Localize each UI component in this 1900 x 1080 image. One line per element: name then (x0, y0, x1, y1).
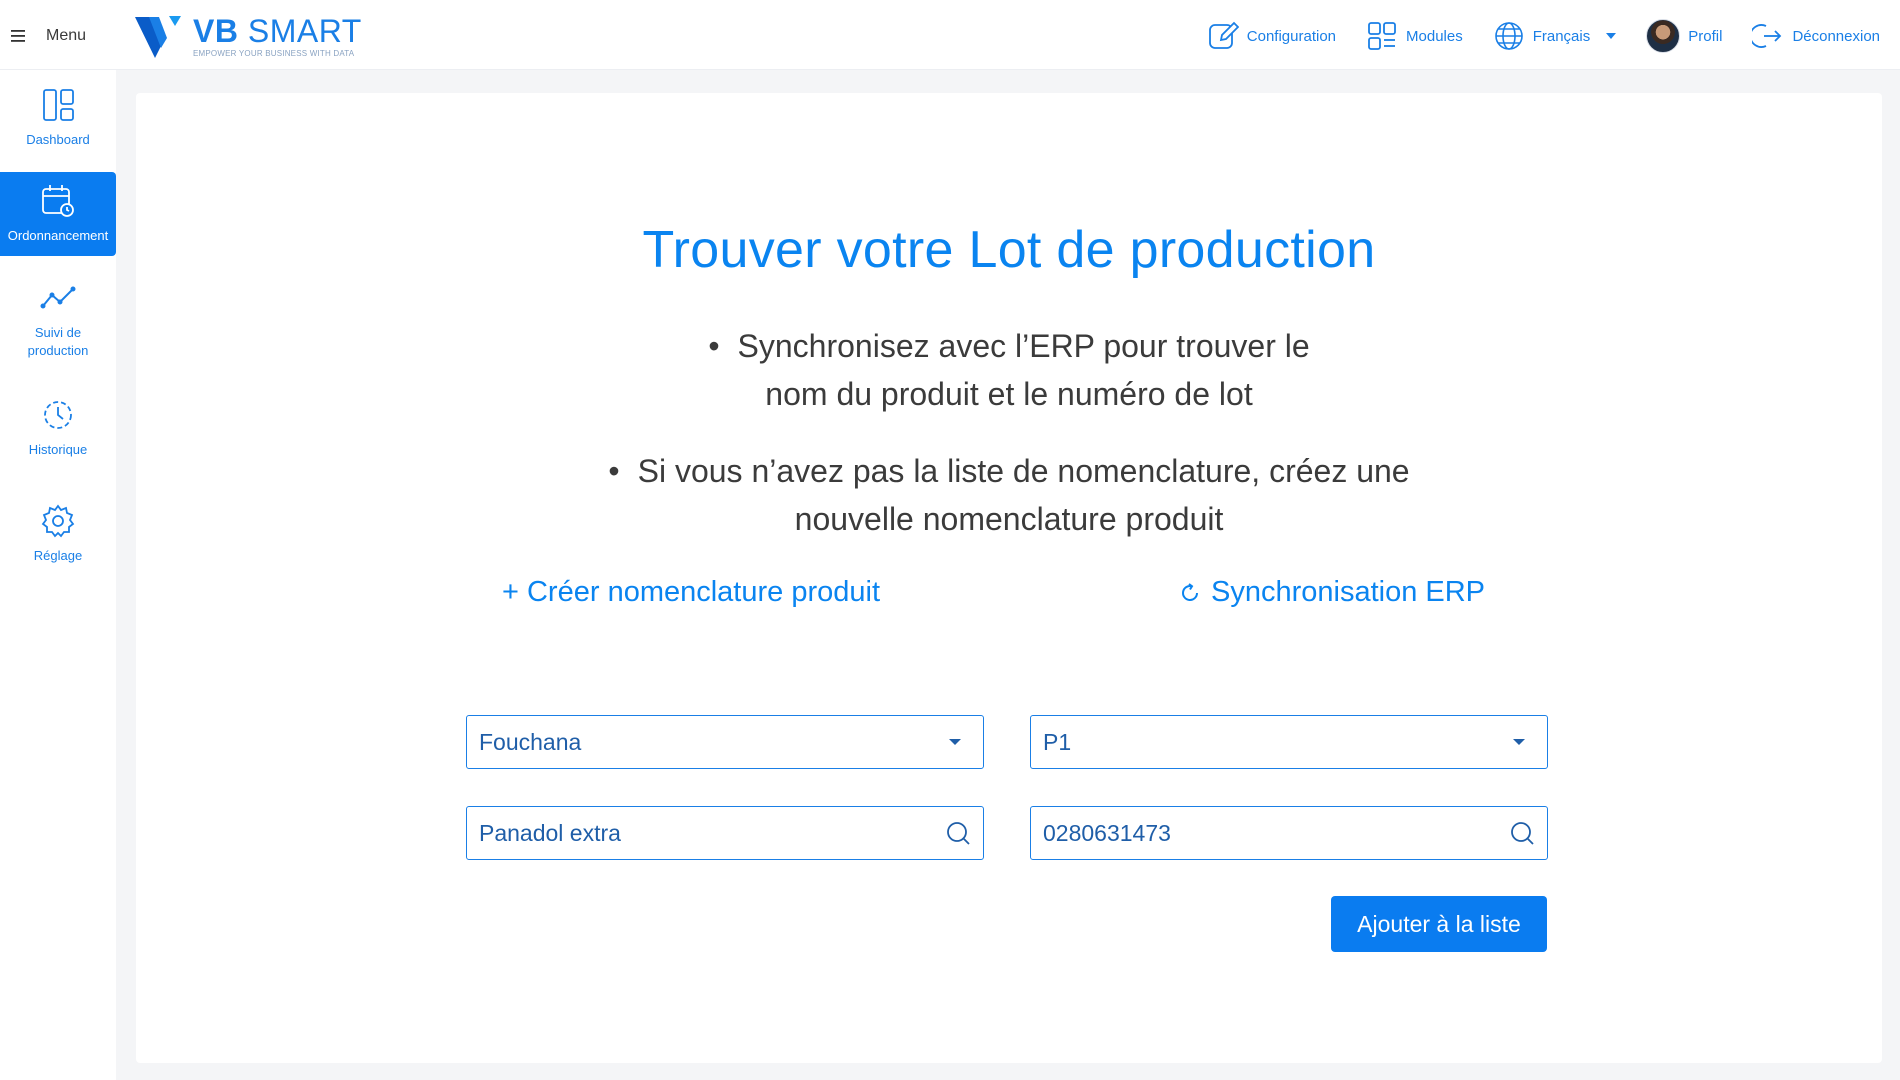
page-title: Trouver votre Lot de production (642, 221, 1376, 279)
nav-configuration[interactable]: Configuration (1207, 20, 1336, 52)
bullet-line: nom du produit et le numéro de lot (765, 376, 1253, 412)
trend-line-icon (40, 286, 76, 309)
logout-icon (1752, 24, 1782, 48)
sync-erp-label: Synchronisation ERP (1211, 576, 1486, 608)
logo-v-icon (135, 16, 181, 58)
vb-smart-logo[interactable]: VB SMART EMPOWER YOUR BUSINESS WITH DATA (133, 14, 362, 60)
refresh-icon (1182, 582, 1198, 601)
bullet-line: Synchronisez avec l’ERP pour trouver le (737, 328, 1310, 364)
nav-profile[interactable]: Profil (1646, 19, 1722, 53)
sidebar: Dashboard Ordonnancement Suivi de produc… (0, 70, 116, 1080)
calendar-clock-icon (42, 185, 74, 217)
create-bom-label: + Créer nomenclature produit (502, 576, 881, 608)
nav-modules-label: Modules (1406, 27, 1463, 45)
hamburger-icon (11, 30, 25, 42)
main-card: Trouver votre Lot de production • Synchro… (136, 93, 1882, 1063)
sidebar-item-historique[interactable]: Historique (0, 388, 116, 468)
sidebar-item-label: Dashboard (26, 132, 90, 147)
create-bom-link[interactable]: + Créer nomenclature produit (502, 576, 880, 609)
logout-label: Déconnexion (1792, 27, 1880, 45)
menu-label: Menu (46, 27, 87, 44)
logout-button[interactable]: Déconnexion (1752, 20, 1880, 52)
history-icon (44, 401, 72, 429)
site-select[interactable]: Fouchana (466, 715, 984, 769)
menu-toggle-button[interactable]: Menu (10, 22, 86, 50)
line-select-value: P1 (1043, 728, 1072, 755)
dropdown-arrow-icon (949, 739, 961, 745)
bullet-line: nouvelle nomenclature produit (794, 501, 1224, 537)
nav-modules[interactable]: Modules (1366, 20, 1463, 52)
site-select-value: Fouchana (479, 728, 582, 755)
logo-tagline: EMPOWER YOUR BUSINESS WITH DATA (193, 49, 355, 58)
top-header: Menu VB SMART EMPOWER YOUR BUSINESS WITH… (0, 0, 1900, 70)
modules-grid-icon (1368, 22, 1396, 50)
gear-icon (41, 504, 75, 538)
nav-profile-label: Profil (1688, 27, 1723, 45)
sidebar-item-reglage[interactable]: Réglage (0, 494, 116, 574)
sidebar-item-label: Réglage (33, 548, 83, 563)
lot-search-input[interactable]: 0280631473 (1030, 806, 1548, 860)
sync-erp-link[interactable]: Synchronisation ERP (1179, 576, 1485, 609)
sidebar-item-label: Ordonnancement (7, 228, 109, 243)
sidebar-item-label: Historique (28, 442, 88, 457)
nav-configuration-label: Configuration (1246, 27, 1337, 45)
edit-square-icon (1208, 21, 1239, 49)
lot-search-value: 0280631473 (1043, 819, 1171, 846)
dashboard-icon (43, 89, 74, 121)
logo-title: VB SMART (193, 13, 362, 49)
search-icon[interactable] (945, 820, 971, 846)
line-select[interactable]: P1 (1030, 715, 1548, 769)
product-search-value: Panadol extra (479, 819, 621, 846)
sidebar-item-dashboard[interactable]: Dashboard (0, 78, 116, 158)
chevron-down-icon (1606, 33, 1617, 39)
bullet-create-bom: • Si vous n’avez pas la liste de nomencla… (608, 453, 1410, 537)
sidebar-item-suivi-production[interactable]: Suivi de production (0, 270, 116, 370)
sidebar-item-ordonnancement[interactable]: Ordonnancement (0, 172, 116, 256)
product-search-input[interactable]: Panadol extra (466, 806, 984, 860)
bullet-sync-erp: • Synchronisez avec l’ERP pour trouver le… (708, 328, 1310, 412)
sidebar-item-label: Suivi de production (27, 325, 89, 358)
top-navigation: Configuration Modules Français Profil Dé… (1177, 19, 1880, 53)
globe-icon (1494, 22, 1523, 50)
add-to-list-button[interactable]: Ajouter à la liste (1331, 896, 1547, 952)
dropdown-arrow-icon (1513, 739, 1525, 745)
search-icon[interactable] (1509, 820, 1535, 846)
avatar (1646, 19, 1681, 53)
language-selector[interactable]: Français (1493, 20, 1617, 52)
bullet-line: Si vous n’avez pas la liste de nomenclat… (637, 453, 1410, 489)
language-label: Français (1532, 27, 1591, 45)
